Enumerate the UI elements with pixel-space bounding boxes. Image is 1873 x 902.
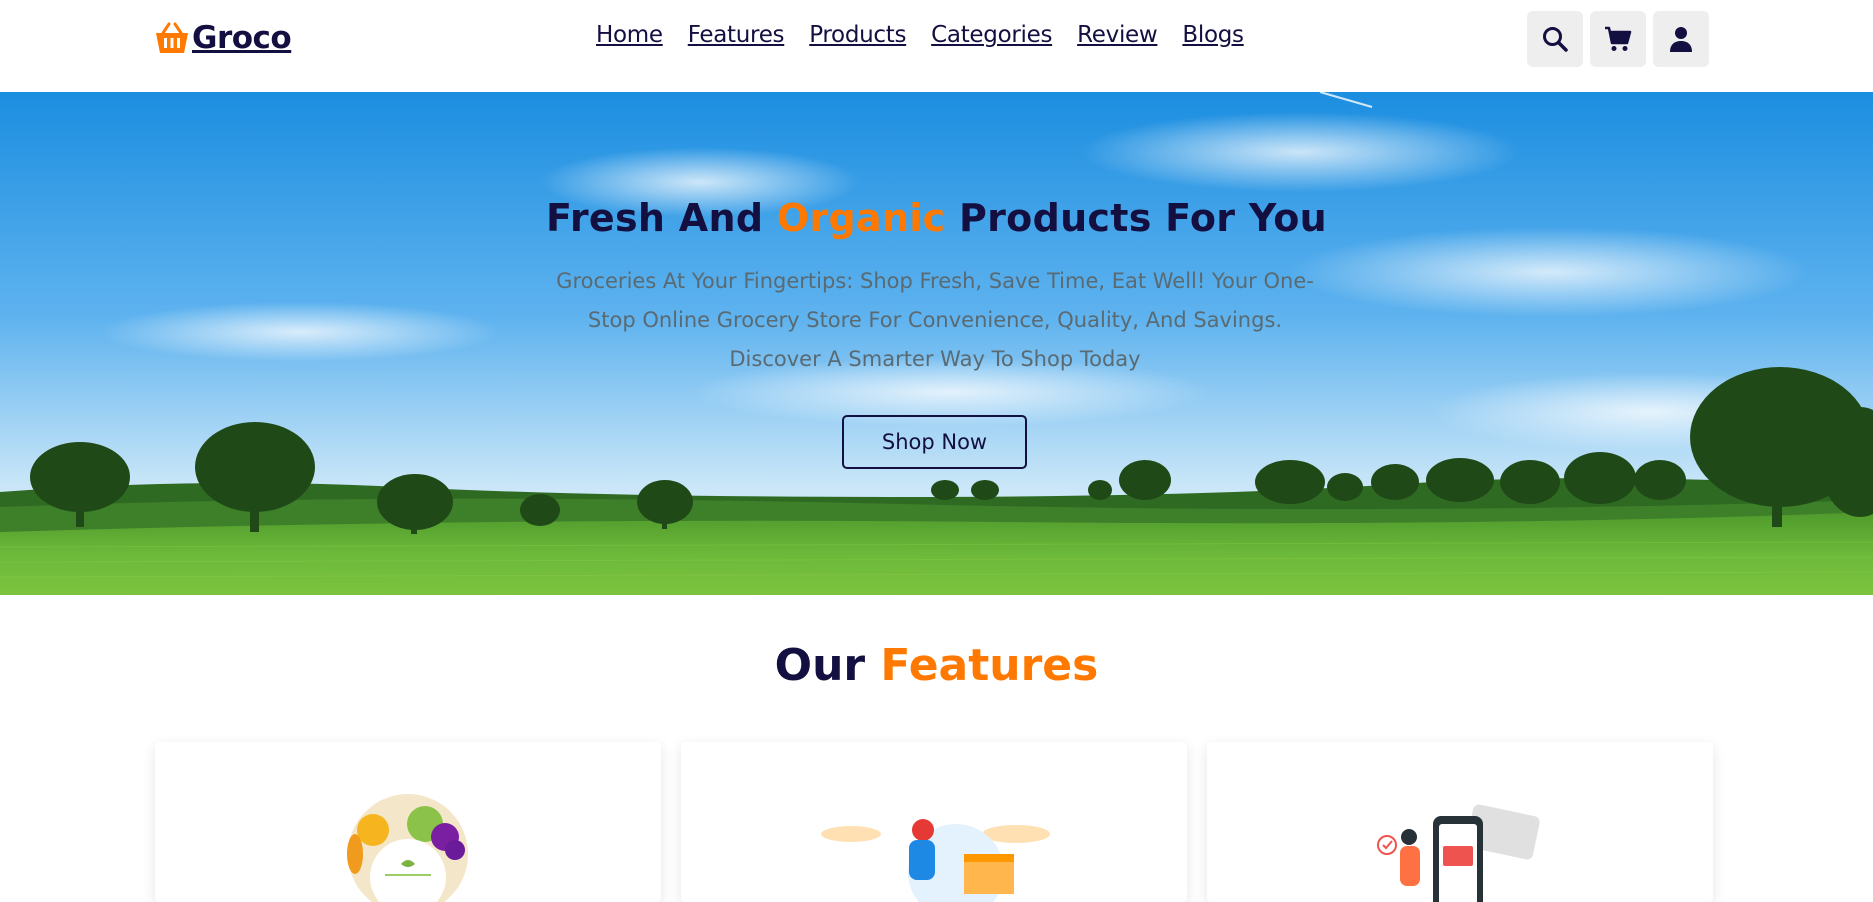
hero-title-part2: Products For You bbox=[945, 196, 1327, 240]
search-icon bbox=[1543, 27, 1568, 52]
hero-banner: Fresh And Organic Products For You Groce… bbox=[0, 92, 1873, 595]
search-button[interactable] bbox=[1527, 11, 1583, 67]
feature-card-delivery bbox=[681, 742, 1187, 902]
features-heading: Our Features bbox=[0, 640, 1873, 691]
shop-now-button[interactable]: Shop Now bbox=[842, 415, 1027, 469]
feature-card-payment bbox=[1207, 742, 1713, 902]
brand-logo[interactable]: Groco bbox=[154, 18, 292, 58]
hero-title-part1: Fresh And bbox=[546, 196, 777, 240]
hero-description: Groceries At Your Fingertips: Shop Fresh… bbox=[556, 269, 1314, 371]
main-nav: Home Features Products Categories Review… bbox=[596, 22, 1269, 54]
hero-title-accent: Organic bbox=[776, 196, 946, 240]
header-icons bbox=[1527, 11, 1709, 67]
nav-categories[interactable]: Categories bbox=[931, 22, 1052, 54]
site-header: Groco Home Features Products Categories … bbox=[0, 0, 1873, 92]
feature-card-organic bbox=[155, 742, 661, 902]
features-heading-part1: Our bbox=[774, 640, 881, 691]
mobile-payment-illustration bbox=[1377, 804, 1540, 902]
nav-home[interactable]: Home bbox=[596, 22, 663, 54]
cart-button[interactable] bbox=[1590, 11, 1646, 67]
cart-icon bbox=[1605, 26, 1632, 51]
nav-features[interactable]: Features bbox=[688, 22, 785, 54]
features-heading-accent: Features bbox=[880, 640, 1099, 691]
hero-title: Fresh And Organic Products For You bbox=[0, 196, 1873, 240]
organic-food-illustration bbox=[347, 794, 468, 902]
brand-name: Groco bbox=[192, 20, 292, 56]
user-button[interactable] bbox=[1653, 11, 1709, 67]
delivery-illustration bbox=[821, 819, 1050, 902]
nav-blogs[interactable]: Blogs bbox=[1182, 22, 1244, 54]
nav-products[interactable]: Products bbox=[809, 22, 906, 54]
basket-icon bbox=[156, 22, 188, 53]
user-icon bbox=[1670, 27, 1692, 52]
nav-review[interactable]: Review bbox=[1077, 22, 1158, 54]
